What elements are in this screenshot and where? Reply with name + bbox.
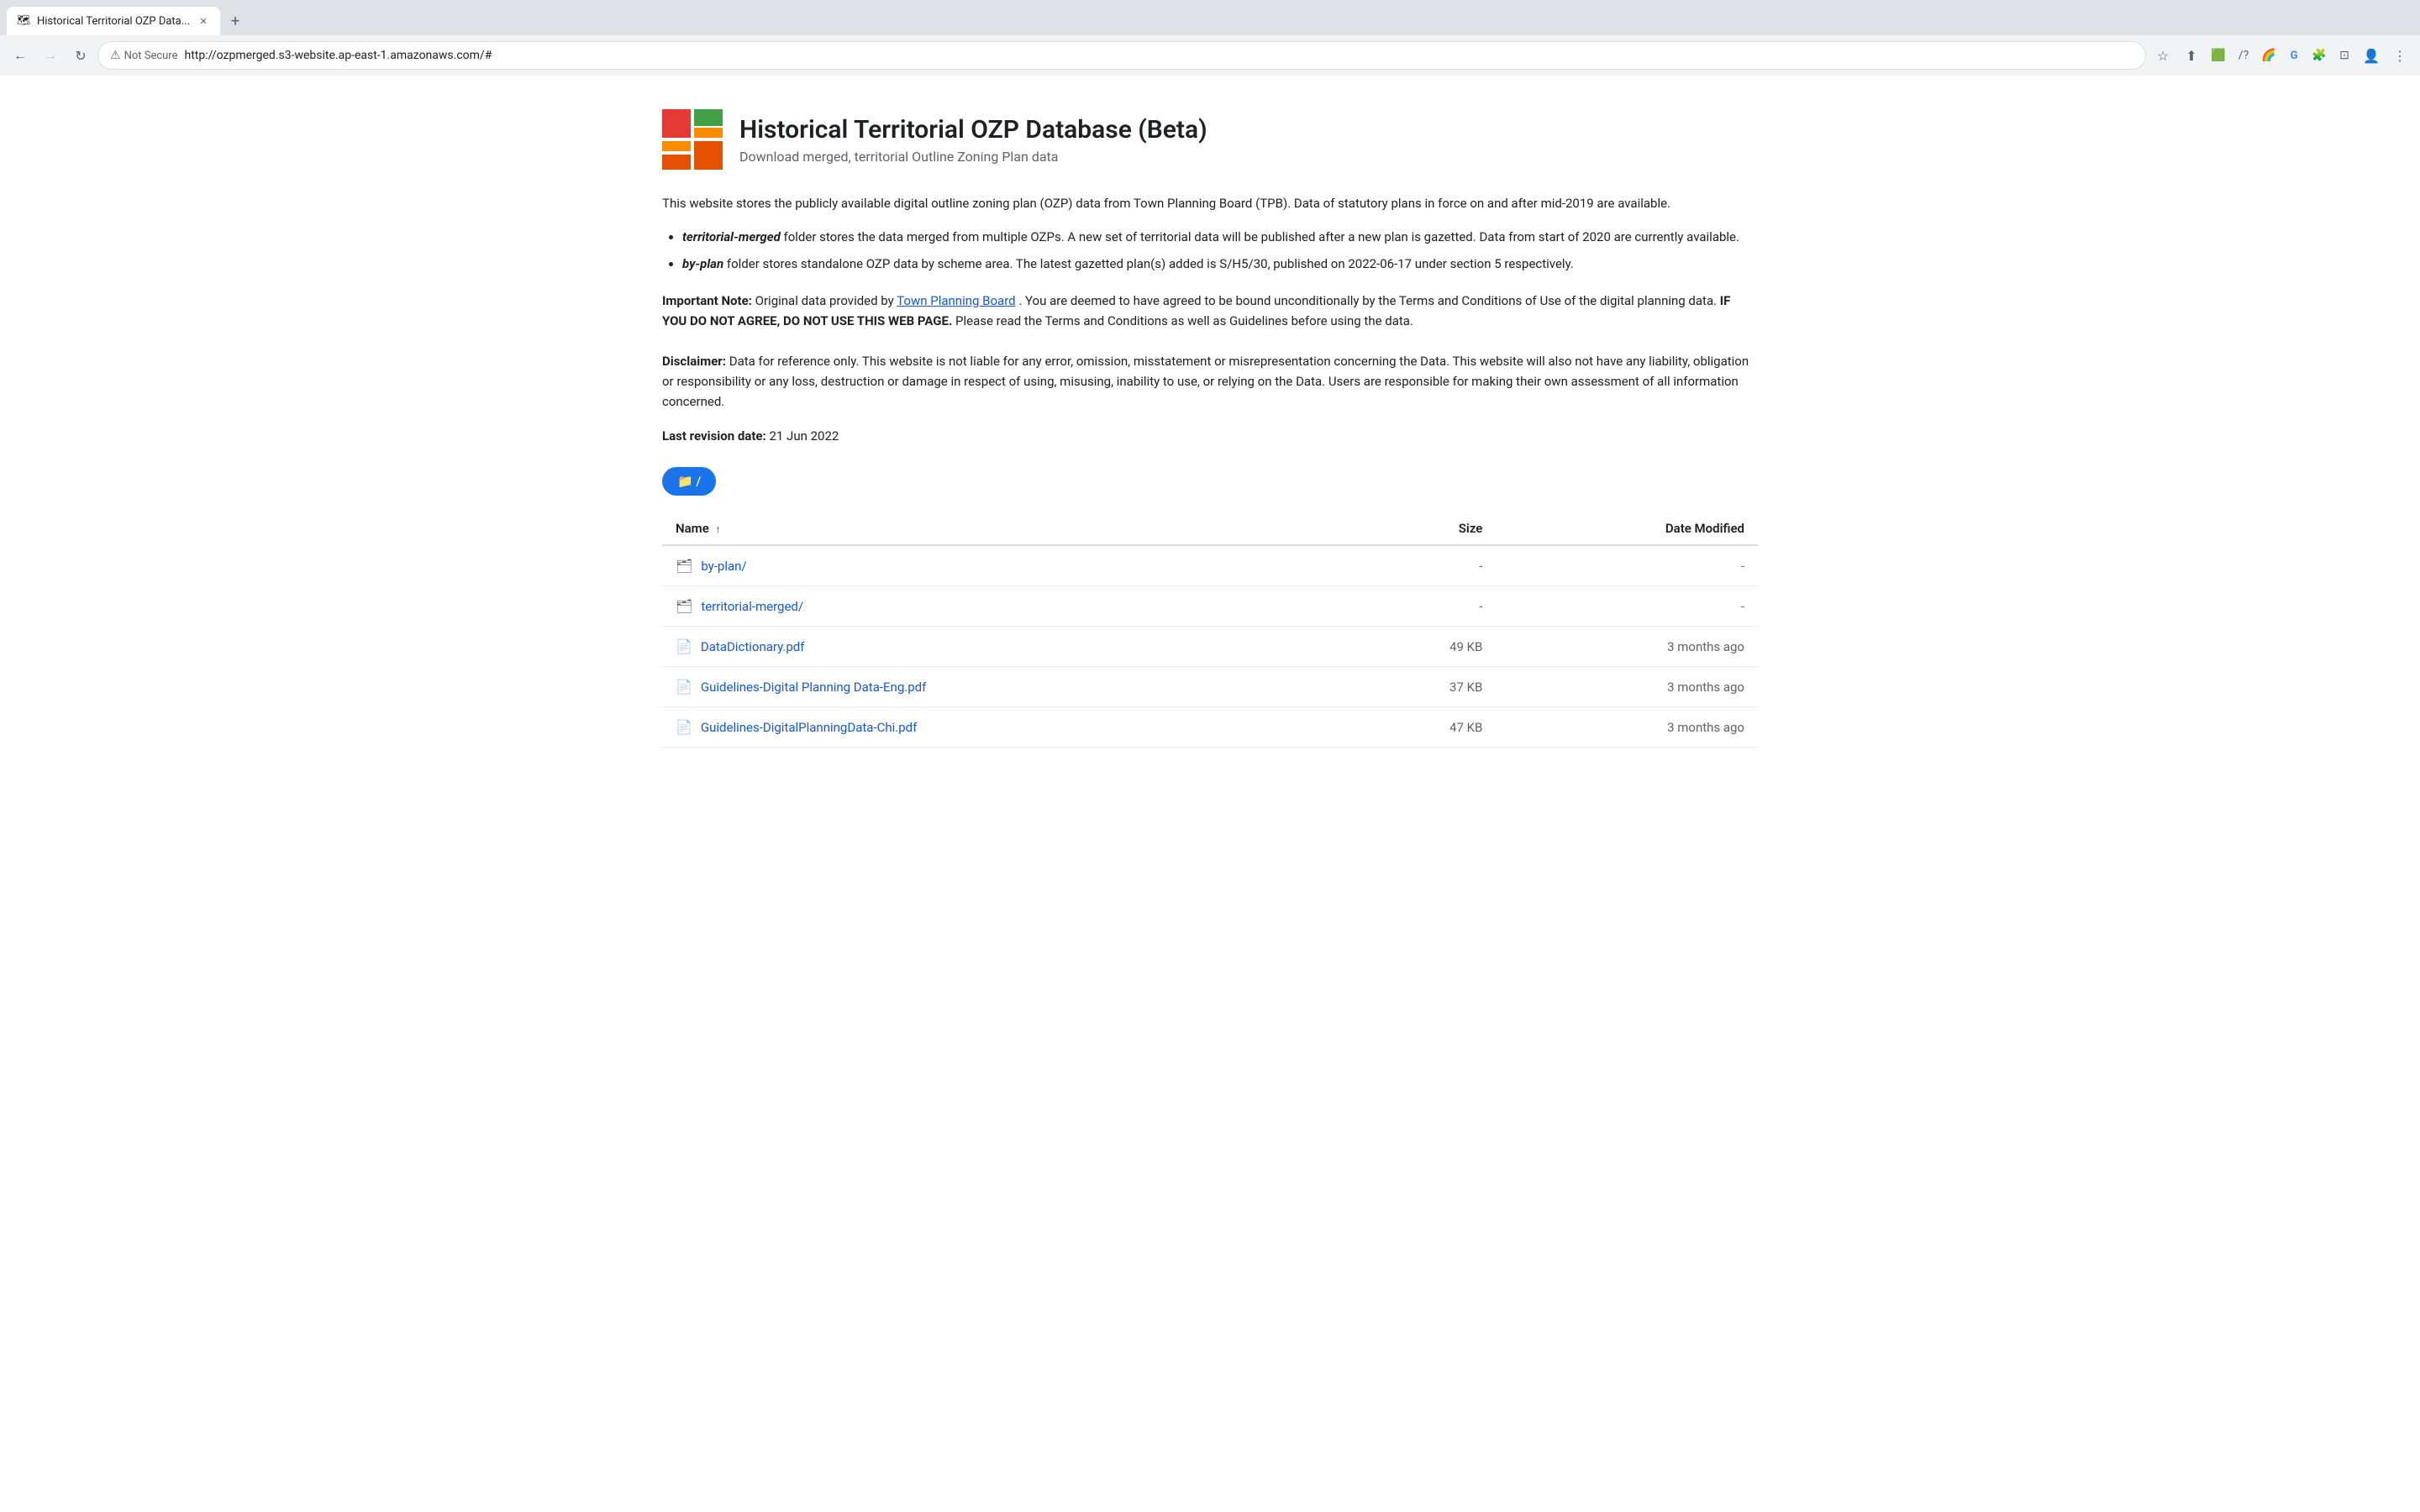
- disclaimer-text: Data for reference only. This website is…: [662, 354, 1749, 409]
- warning-icon: ⚠: [110, 49, 121, 62]
- tab-close-button[interactable]: ✕: [197, 14, 210, 28]
- file-icon: 📄: [676, 638, 692, 654]
- new-tab-button[interactable]: +: [224, 9, 247, 33]
- site-logo: [662, 109, 723, 170]
- last-revision-value: 21 Jun 2022: [769, 428, 839, 444]
- file-date-cell: 3 months ago: [1496, 667, 1758, 707]
- file-name[interactable]: Guidelines-DigitalPlanningData-Chi.pdf: [701, 720, 917, 735]
- important-text-2: . You are deemed to have agreed to be bo…: [1018, 293, 1719, 308]
- table-row: 📄 DataDictionary.pdf 49 KB 3 months ago: [662, 627, 1758, 667]
- folder-icon: 🗂: [676, 598, 692, 614]
- address-bar[interactable]: ⚠ Not Secure http://ozpmerged.s3-website…: [97, 41, 2146, 70]
- toolbar: ← → ↻ ⚠ Not Secure http://ozpmerged.s3-w…: [0, 35, 2420, 76]
- size-column-header[interactable]: Size: [1348, 512, 1496, 545]
- breadcrumb-label: /: [696, 474, 701, 489]
- table-row: 🗂 by-plan/ - -: [662, 545, 1758, 586]
- table-header: Name ↑ Size Date Modified: [662, 512, 1758, 545]
- file-date-cell: -: [1496, 545, 1758, 586]
- date-column-header[interactable]: Date Modified: [1496, 512, 1758, 545]
- file-date-cell: 3 months ago: [1496, 707, 1758, 748]
- ext-grammarly[interactable]: 🟩: [2207, 44, 2230, 67]
- bookmark-button[interactable]: ☆: [2149, 42, 2176, 69]
- bullet-1-text: folder stores the data merged from multi…: [784, 229, 1739, 244]
- file-size-cell: 47 KB: [1348, 707, 1496, 748]
- important-note: Important Note: Original data provided b…: [662, 291, 1758, 412]
- active-tab[interactable]: 🗺 Historical Territorial OZP Data... ✕: [7, 7, 220, 35]
- site-title: Historical Territorial OZP Database (Bet…: [739, 115, 1207, 145]
- town-planning-board-link[interactable]: Town Planning Board: [897, 293, 1015, 308]
- file-size-cell: 37 KB: [1348, 667, 1496, 707]
- site-header: Historical Territorial OZP Database (Bet…: [662, 109, 1758, 170]
- ext-g[interactable]: G: [2282, 44, 2306, 67]
- file-name[interactable]: Guidelines-Digital Planning Data-Eng.pdf: [701, 680, 926, 695]
- ext-color[interactable]: 🌈: [2257, 44, 2281, 67]
- disclaimer-label: Disclaimer:: [662, 354, 726, 369]
- forward-button[interactable]: →: [37, 42, 64, 69]
- file-name-cell[interactable]: 🗂 by-plan/: [662, 545, 1348, 586]
- profile-button[interactable]: 👤: [2358, 42, 2385, 69]
- file-icon: 📄: [676, 679, 692, 695]
- main-description: This website stores the publicly availab…: [662, 193, 1758, 213]
- site-title-block: Historical Territorial OZP Database (Bet…: [739, 115, 1207, 165]
- last-revision: Last revision date: 21 Jun 2022: [662, 428, 1758, 444]
- table-row: 🗂 territorial-merged/ - -: [662, 586, 1758, 627]
- table-row: 📄 Guidelines-Digital Planning Data-Eng.p…: [662, 667, 1758, 707]
- folder-icon: 📁: [677, 474, 693, 489]
- file-name[interactable]: DataDictionary.pdf: [701, 639, 805, 654]
- back-button[interactable]: ←: [7, 42, 34, 69]
- file-name[interactable]: by-plan/: [701, 559, 746, 574]
- site-subtitle: Download merged, territorial Outline Zon…: [739, 149, 1207, 165]
- name-column-header[interactable]: Name ↑: [662, 512, 1348, 545]
- ext-help[interactable]: /?: [2232, 44, 2255, 67]
- table-body: 🗂 by-plan/ - - 🗂 territorial-merged/: [662, 545, 1758, 748]
- ext-chrome[interactable]: ⊡: [2333, 44, 2356, 67]
- file-size-cell: -: [1348, 586, 1496, 627]
- address-url: http://ozpmerged.s3-website.ap-east-1.am…: [185, 49, 2134, 62]
- bullet-2-italic: by-plan: [682, 256, 723, 271]
- last-revision-label: Last revision date:: [662, 428, 766, 444]
- important-text-3: Please read the Terms and Conditions as …: [955, 313, 1413, 328]
- file-size-cell: 49 KB: [1348, 627, 1496, 667]
- important-text-1: Original data provided by: [755, 293, 897, 308]
- browser-chrome: 🗺 Historical Territorial OZP Data... ✕ +…: [0, 0, 2420, 76]
- not-secure-indicator: ⚠ Not Secure: [110, 49, 178, 62]
- list-item: territorial-merged folder stores the dat…: [682, 227, 1758, 247]
- file-date-cell: 3 months ago: [1496, 627, 1758, 667]
- important-label: Important Note:: [662, 293, 752, 308]
- folder-icon: 🗂: [676, 558, 692, 574]
- table-row: 📄 Guidelines-DigitalPlanningData-Chi.pdf…: [662, 707, 1758, 748]
- breadcrumb-button[interactable]: 📁 /: [662, 467, 716, 496]
- bullet-1-italic: territorial-merged: [682, 229, 781, 244]
- file-name[interactable]: territorial-merged/: [701, 599, 803, 614]
- file-table: Name ↑ Size Date Modified 🗂 by-plan/: [662, 512, 1758, 748]
- tab-favicon: 🗺: [17, 14, 30, 28]
- file-name-cell[interactable]: 📄 Guidelines-Digital Planning Data-Eng.p…: [662, 667, 1348, 707]
- bullet-2-text: folder stores standalone OZP data by sch…: [727, 256, 1574, 271]
- page-content: Historical Territorial OZP Database (Bet…: [622, 76, 1798, 1512]
- file-name-cell[interactable]: 🗂 territorial-merged/: [662, 586, 1348, 627]
- screen-capture-button[interactable]: ⬆: [2178, 42, 2205, 69]
- tab-title: Historical Territorial OZP Data...: [37, 15, 190, 28]
- tab-bar: 🗺 Historical Territorial OZP Data... ✕ +: [0, 0, 2420, 35]
- file-size-cell: -: [1348, 545, 1496, 586]
- sort-arrow: ↑: [716, 523, 721, 535]
- file-name-cell[interactable]: 📄 DataDictionary.pdf: [662, 627, 1348, 667]
- file-icon: 📄: [676, 719, 692, 735]
- list-item: by-plan folder stores standalone OZP dat…: [682, 254, 1758, 274]
- file-date-cell: -: [1496, 586, 1758, 627]
- reload-button[interactable]: ↻: [67, 42, 94, 69]
- menu-button[interactable]: ⋮: [2386, 42, 2413, 69]
- file-name-cell[interactable]: 📄 Guidelines-DigitalPlanningData-Chi.pdf: [662, 707, 1348, 748]
- feature-list: territorial-merged folder stores the dat…: [662, 227, 1758, 274]
- toolbar-right: ☆ ⬆ 🟩 /? 🌈 G 🧩 ⊡ 👤 ⋮: [2149, 42, 2413, 69]
- ext-puzzle[interactable]: 🧩: [2307, 44, 2331, 67]
